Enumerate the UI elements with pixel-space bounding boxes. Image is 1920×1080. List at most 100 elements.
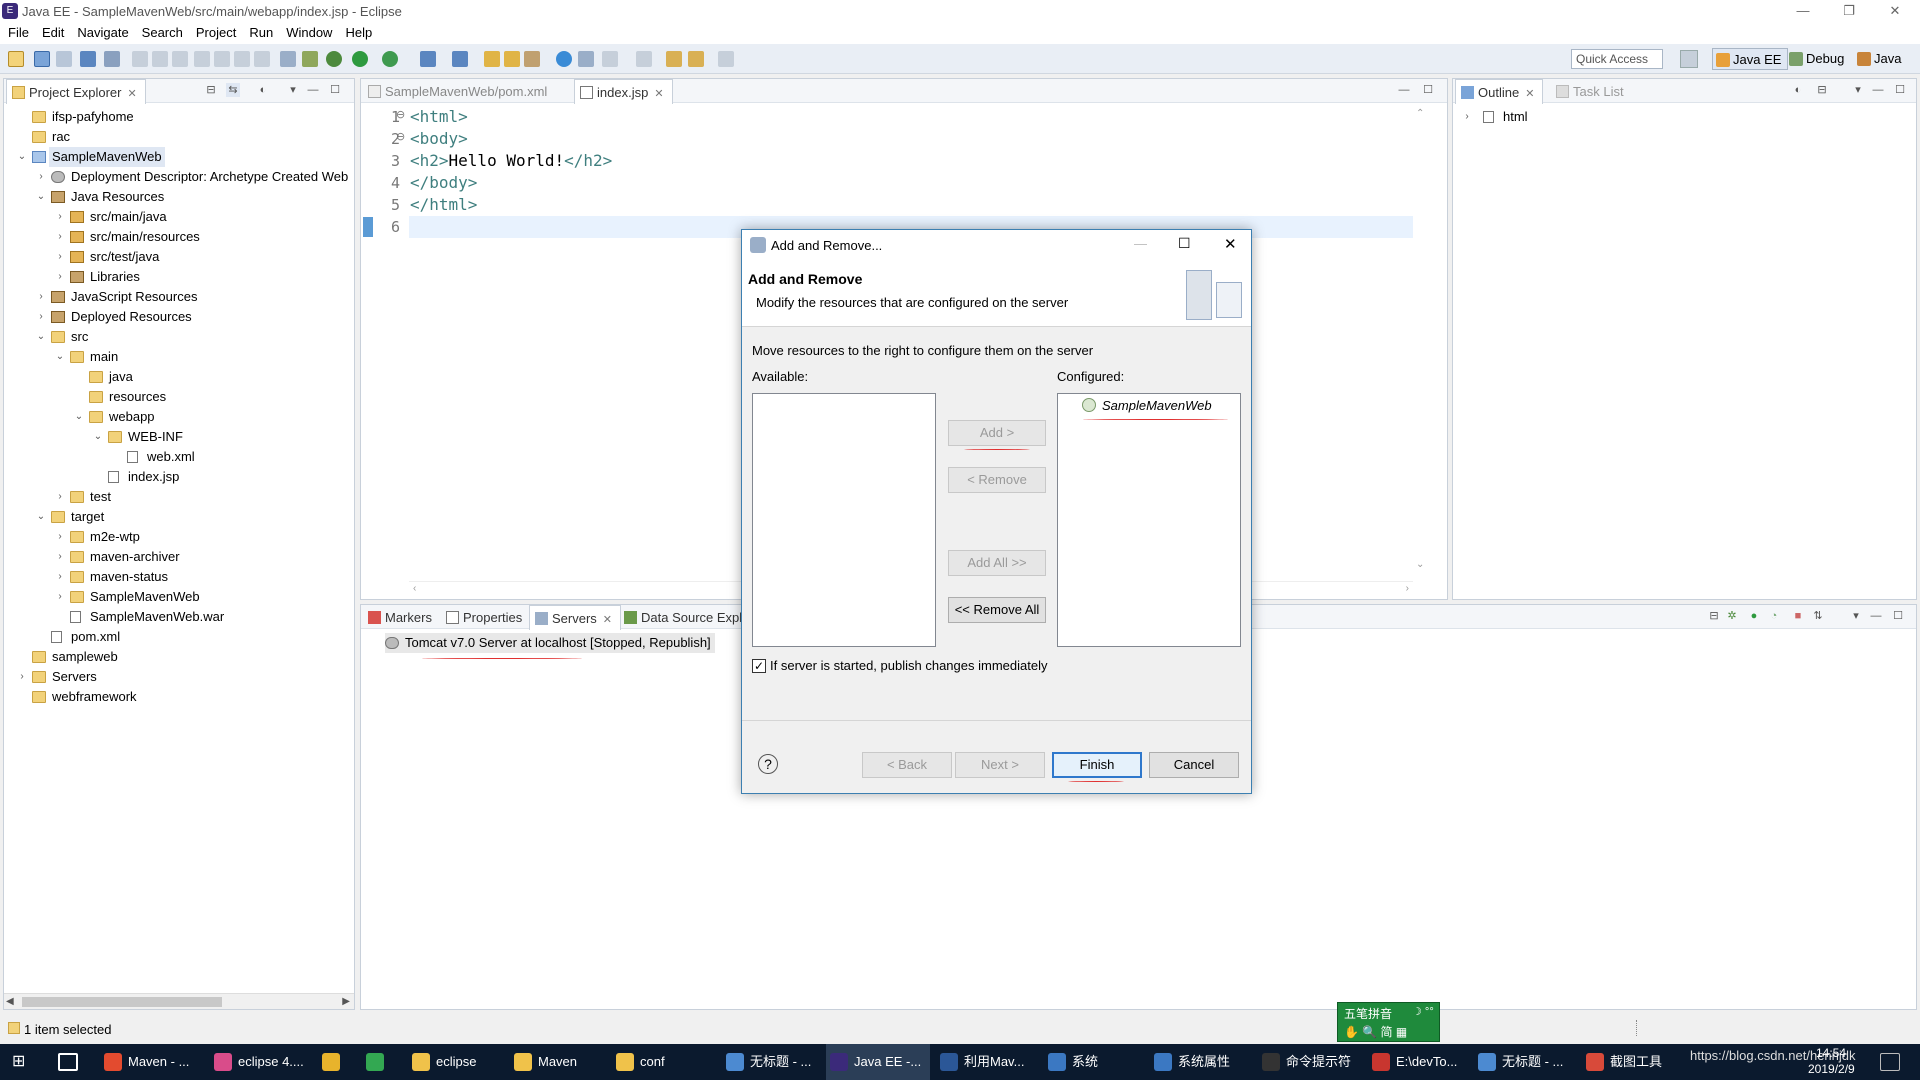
perspective-java-ee[interactable]: Java EE [1712, 48, 1789, 70]
dialog-close-icon[interactable]: ✕ [1224, 235, 1237, 253]
maximize-view-icon[interactable]: ☐ [1893, 83, 1907, 97]
task-view-icon[interactable] [58, 1053, 78, 1071]
save-all-icon[interactable] [56, 51, 72, 67]
chevron-right-icon[interactable]: › [35, 167, 47, 187]
open-perspective-icon[interactable] [1680, 50, 1698, 68]
chevron-right-icon[interactable]: › [54, 267, 66, 287]
minimize-view-icon[interactable]: — [1869, 609, 1883, 623]
chevron-right-icon[interactable]: › [1461, 107, 1473, 127]
taskbar-app[interactable]: E:\devTo... [1368, 1044, 1468, 1080]
menu-run[interactable]: Run [241, 22, 278, 40]
publish-server-icon[interactable]: ⇅ [1811, 609, 1825, 623]
focus-icon[interactable]: ◐ [1791, 83, 1805, 97]
server-icon[interactable] [280, 51, 296, 67]
ime-mode-icon[interactable]: ☽ °° [1412, 1005, 1434, 1018]
configured-item[interactable]: SampleMavenWeb [1102, 398, 1212, 413]
menu-edit[interactable]: Edit [34, 22, 69, 40]
run-icon[interactable] [352, 51, 368, 67]
ime-tools-icon[interactable]: ✋ 🔍 简 ▦ [1344, 1023, 1407, 1040]
tab-servers[interactable]: Servers ✕ [529, 605, 622, 630]
tab-markers[interactable]: Markers [363, 605, 440, 629]
chevron-right-icon[interactable]: › [54, 227, 66, 247]
taskbar-app[interactable]: Java EE -... [826, 1044, 930, 1080]
publish-icon[interactable] [302, 51, 318, 67]
chevron-down-icon[interactable]: ⌄ [73, 407, 85, 427]
taskbar-app[interactable] [362, 1044, 398, 1080]
debug-icon[interactable] [326, 51, 342, 67]
taskbar-app[interactable]: 截图工具 [1582, 1044, 1682, 1080]
remove-all-button[interactable]: << Remove All [948, 597, 1046, 623]
publish-checkbox[interactable]: ✓ [752, 659, 766, 673]
taskbar-app[interactable]: 无标题 - ... [1474, 1044, 1574, 1080]
annotation-next-icon[interactable] [602, 51, 618, 67]
scroll-right-icon[interactable]: › [1406, 583, 1409, 594]
help-icon[interactable]: ? [758, 754, 778, 774]
close-icon[interactable]: ✕ [1525, 88, 1534, 100]
collapse-all-icon[interactable]: ⊟ [1707, 609, 1721, 623]
dialog-maximize-icon[interactable]: ☐ [1178, 235, 1191, 252]
chevron-right-icon[interactable]: › [54, 487, 66, 507]
code-line[interactable]: <h2>Hello World!</h2> [410, 150, 612, 172]
add-all-button[interactable]: Add All >> [948, 550, 1046, 576]
taskbar-app[interactable]: conf [612, 1044, 708, 1080]
taskbar-app[interactable]: eclipse [408, 1044, 504, 1080]
scroll-left-icon[interactable]: ◀ [6, 996, 14, 1007]
chevron-right-icon[interactable]: › [54, 247, 66, 267]
remove-button[interactable]: < Remove [948, 467, 1046, 493]
terminal-icon[interactable] [80, 51, 96, 67]
clock-time[interactable]: 14:54 [1816, 1046, 1846, 1060]
minimize-editor-icon[interactable]: — [1397, 83, 1411, 97]
horizontal-scrollbar[interactable]: ◀ ▶ [4, 993, 354, 1009]
step-into-icon[interactable] [214, 51, 230, 67]
run-external-icon[interactable] [382, 51, 398, 67]
chevron-right-icon[interactable]: › [54, 567, 66, 587]
brush-icon[interactable] [524, 51, 540, 67]
chevron-down-icon[interactable]: ⌄ [54, 347, 66, 367]
next-button[interactable]: Next > [955, 752, 1045, 778]
perspective-debug[interactable]: Debug [1786, 48, 1850, 70]
scroll-right-icon[interactable]: ▶ [342, 996, 350, 1007]
start-server-icon[interactable]: ● [1747, 609, 1761, 623]
open-type-icon[interactable] [484, 51, 500, 67]
tab-properties[interactable]: Properties [441, 605, 530, 629]
tab-pom-xml[interactable]: SampleMavenWeb/pom.xml [363, 79, 555, 103]
notification-icon[interactable] [1880, 1053, 1900, 1071]
perspective-java[interactable]: Java [1854, 48, 1907, 70]
publish-checkbox-label[interactable]: If server is started, publish changes im… [770, 658, 1047, 673]
fold-icon[interactable]: ⊖ [396, 108, 405, 121]
chevron-right-icon[interactable]: › [16, 667, 28, 687]
view-menu-icon[interactable]: ▾ [1851, 83, 1865, 97]
new-server-icon[interactable] [420, 51, 436, 67]
menu-file[interactable]: File [0, 22, 34, 40]
dialog-minimize-icon[interactable]: — [1134, 236, 1147, 251]
tab-project-explorer[interactable]: Project Explorer ✕ [6, 79, 146, 104]
back-button[interactable]: < Back [862, 752, 952, 778]
code-line[interactable]: <body> [410, 128, 468, 150]
back-history-icon[interactable] [688, 51, 704, 67]
taskbar-app[interactable]: Maven - ... [100, 1044, 200, 1080]
taskbar-app[interactable]: 系统 [1044, 1044, 1144, 1080]
fold-icon[interactable]: ⊖ [396, 130, 405, 143]
available-list[interactable] [752, 393, 936, 647]
collapse-all-icon[interactable]: ⊟ [1815, 83, 1829, 97]
menu-project[interactable]: Project [188, 22, 241, 40]
code-line[interactable]: <html> [410, 106, 468, 128]
chevron-right-icon[interactable]: › [54, 207, 66, 227]
chevron-right-icon[interactable]: › [54, 547, 66, 567]
configured-list[interactable]: SampleMavenWeb [1057, 393, 1241, 647]
tab-data-source-explorer[interactable]: Data Source Expl [619, 605, 750, 629]
menu-window[interactable]: Window [278, 22, 337, 40]
taskbar-app[interactable]: 利用Mav... [936, 1044, 1036, 1080]
ime-toolbar[interactable]: 五笔拼音 ☽ °° ✋ 🔍 简 ▦ [1337, 1002, 1440, 1042]
close-button[interactable]: ✕ [1872, 0, 1918, 22]
suspend-icon[interactable] [152, 51, 168, 67]
scroll-down-icon[interactable]: ⌄ [1416, 559, 1424, 570]
restore-button[interactable]: ❐ [1826, 0, 1872, 22]
link-editor-icon[interactable]: ⇆ [226, 83, 240, 97]
tab-index-jsp[interactable]: index.jsp ✕ [574, 79, 673, 104]
quick-access-input[interactable]: Quick Access [1571, 49, 1663, 69]
chevron-down-icon[interactable]: ⌄ [16, 147, 28, 167]
view-menu-icon[interactable]: ▾ [286, 83, 300, 97]
taskbar-app[interactable]: 系统属性 [1150, 1044, 1250, 1080]
taskbar-app[interactable]: Maven [510, 1044, 606, 1080]
